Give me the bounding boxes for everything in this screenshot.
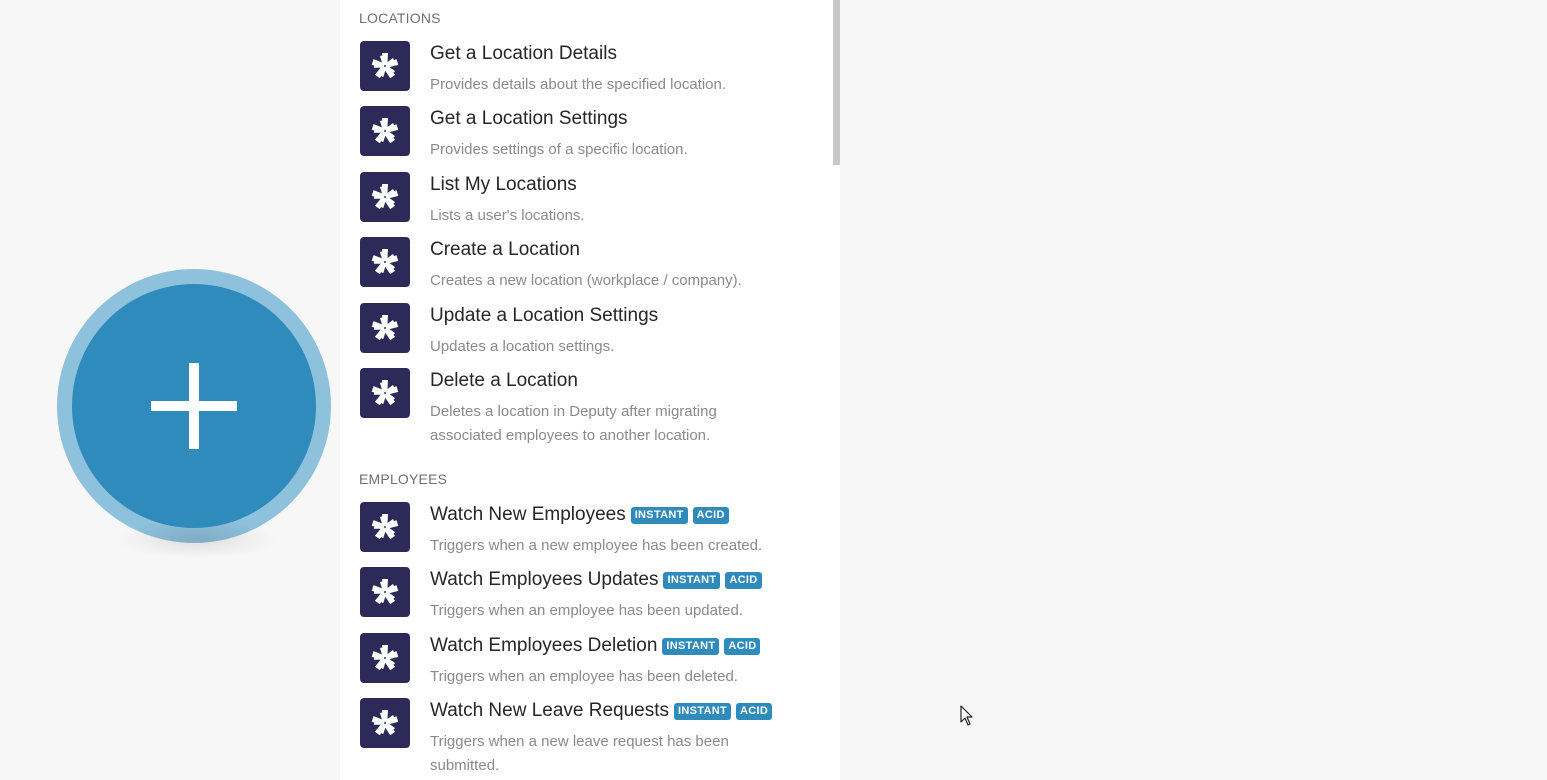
deputy-app-icon xyxy=(360,698,410,748)
section-header-employees: EMPLOYEES xyxy=(359,471,448,487)
module-description: Triggers when a new employee has been cr… xyxy=(430,537,763,554)
section-header-locations: LOCATIONS xyxy=(359,10,441,26)
deputy-logo-icon xyxy=(371,380,399,406)
scrollbar[interactable] xyxy=(833,0,840,780)
deputy-app-icon xyxy=(360,106,410,156)
module-description: Triggers when a new leave request has be… xyxy=(430,733,729,774)
acid-badge: ACID xyxy=(724,637,761,655)
deputy-app-icon xyxy=(360,502,410,552)
plus-icon-vertical xyxy=(189,363,199,449)
deputy-logo-icon xyxy=(371,118,399,144)
deputy-app-icon xyxy=(360,303,410,353)
instant-badge: INSTANT xyxy=(674,702,731,720)
acid-badge: ACID xyxy=(735,702,773,720)
deputy-logo-icon xyxy=(371,249,399,275)
module-title: Delete a Location xyxy=(430,370,578,391)
module-description: Triggers when an employee has been updat… xyxy=(430,602,743,619)
instant-badge: INSTANT xyxy=(630,506,688,524)
module-description: Updates a location settings. xyxy=(430,338,615,355)
deputy-logo-icon xyxy=(371,645,399,671)
module-title: List My Locations xyxy=(430,174,577,195)
instant-badge: INSTANT xyxy=(663,571,721,589)
acid-badge: ACID xyxy=(725,571,762,589)
module-description: Creates a new location (workplace / comp… xyxy=(430,272,742,289)
module-title: Watch Employees Updates INSTANT ACID xyxy=(430,569,762,591)
module-description: Lists a user's locations. xyxy=(430,207,585,224)
deputy-app-icon xyxy=(360,237,410,287)
deputy-logo-icon xyxy=(371,579,399,605)
deputy-app-icon xyxy=(360,368,410,418)
module-list-panel: LOCATIONS Get a Location Details Provide… xyxy=(340,0,840,780)
deputy-app-icon xyxy=(360,41,410,91)
deputy-logo-icon xyxy=(371,315,399,341)
module-description: Provides details about the specified loc… xyxy=(430,76,727,93)
deputy-logo-icon xyxy=(371,184,399,210)
module-description: Deletes a location in Deputy after migra… xyxy=(430,403,717,444)
mouse-cursor-icon xyxy=(960,705,973,726)
add-module-circle[interactable] xyxy=(72,284,316,528)
scrollbar-thumb[interactable] xyxy=(833,0,840,165)
deputy-logo-icon xyxy=(371,710,399,736)
deputy-app-icon xyxy=(360,567,410,617)
module-title: Watch New Leave Requests INSTANT ACID xyxy=(430,700,773,722)
module-title: Create a Location xyxy=(430,239,580,260)
module-title: Get a Location Details xyxy=(430,43,617,64)
add-module-button[interactable] xyxy=(57,269,331,559)
deputy-app-icon xyxy=(360,633,410,683)
scenario-canvas: LOCATIONS Get a Location Details Provide… xyxy=(0,0,1547,780)
acid-badge: ACID xyxy=(692,506,729,524)
instant-badge: INSTANT xyxy=(662,637,720,655)
module-description: Provides settings of a specific location… xyxy=(430,141,688,158)
deputy-logo-icon xyxy=(371,53,399,79)
deputy-app-icon xyxy=(360,172,410,222)
module-title: Watch Employees Deletion INSTANT ACID xyxy=(430,635,761,657)
deputy-logo-icon xyxy=(371,514,399,540)
module-title: Update a Location Settings xyxy=(430,305,659,326)
module-title: Watch New Employees INSTANT ACID xyxy=(430,504,729,526)
module-description: Triggers when an employee has been delet… xyxy=(430,668,738,685)
module-title: Get a Location Settings xyxy=(430,108,628,129)
